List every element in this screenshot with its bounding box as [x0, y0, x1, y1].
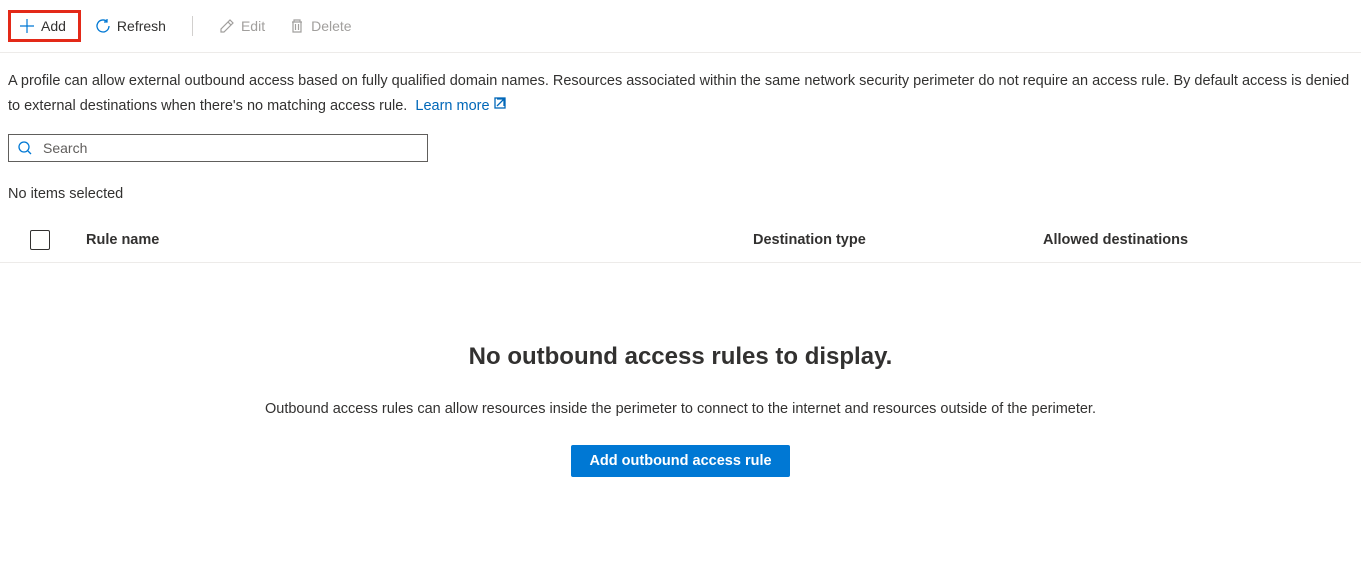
toolbar: Add Refresh Edit Delete [0, 0, 1361, 53]
selection-status: No items selected [0, 170, 1361, 214]
column-destination-type[interactable]: Destination type [753, 232, 1043, 248]
external-link-icon [493, 94, 507, 119]
search-container [0, 122, 1361, 170]
delete-button: Delete [279, 12, 361, 40]
add-button[interactable]: Add [8, 10, 81, 42]
refresh-icon [95, 18, 111, 34]
edit-button: Edit [209, 12, 275, 40]
empty-state-description: Outbound access rules can allow resource… [20, 401, 1341, 417]
delete-label: Delete [311, 18, 351, 34]
refresh-label: Refresh [117, 18, 166, 34]
column-allowed-destinations[interactable]: Allowed destinations [1043, 232, 1353, 248]
pencil-icon [219, 18, 235, 34]
search-icon [17, 140, 33, 156]
description-text: A profile can allow external outbound ac… [0, 53, 1361, 122]
table-header: Rule name Destination type Allowed desti… [0, 214, 1361, 263]
toolbar-separator [192, 16, 193, 36]
empty-state: No outbound access rules to display. Out… [0, 263, 1361, 517]
select-all-column [8, 230, 68, 250]
select-all-checkbox[interactable] [30, 230, 50, 250]
trash-icon [289, 18, 305, 34]
search-input[interactable] [43, 140, 419, 156]
add-outbound-rule-button[interactable]: Add outbound access rule [571, 445, 789, 477]
plus-icon [19, 18, 35, 34]
empty-state-title: No outbound access rules to display. [20, 343, 1341, 371]
refresh-button[interactable]: Refresh [85, 12, 176, 40]
search-box[interactable] [8, 134, 428, 162]
add-label: Add [41, 18, 66, 34]
learn-more-link[interactable]: Learn more [415, 98, 506, 114]
description-body: A profile can allow external outbound ac… [8, 73, 1349, 114]
edit-label: Edit [241, 18, 265, 34]
column-rule-name[interactable]: Rule name [68, 232, 753, 248]
